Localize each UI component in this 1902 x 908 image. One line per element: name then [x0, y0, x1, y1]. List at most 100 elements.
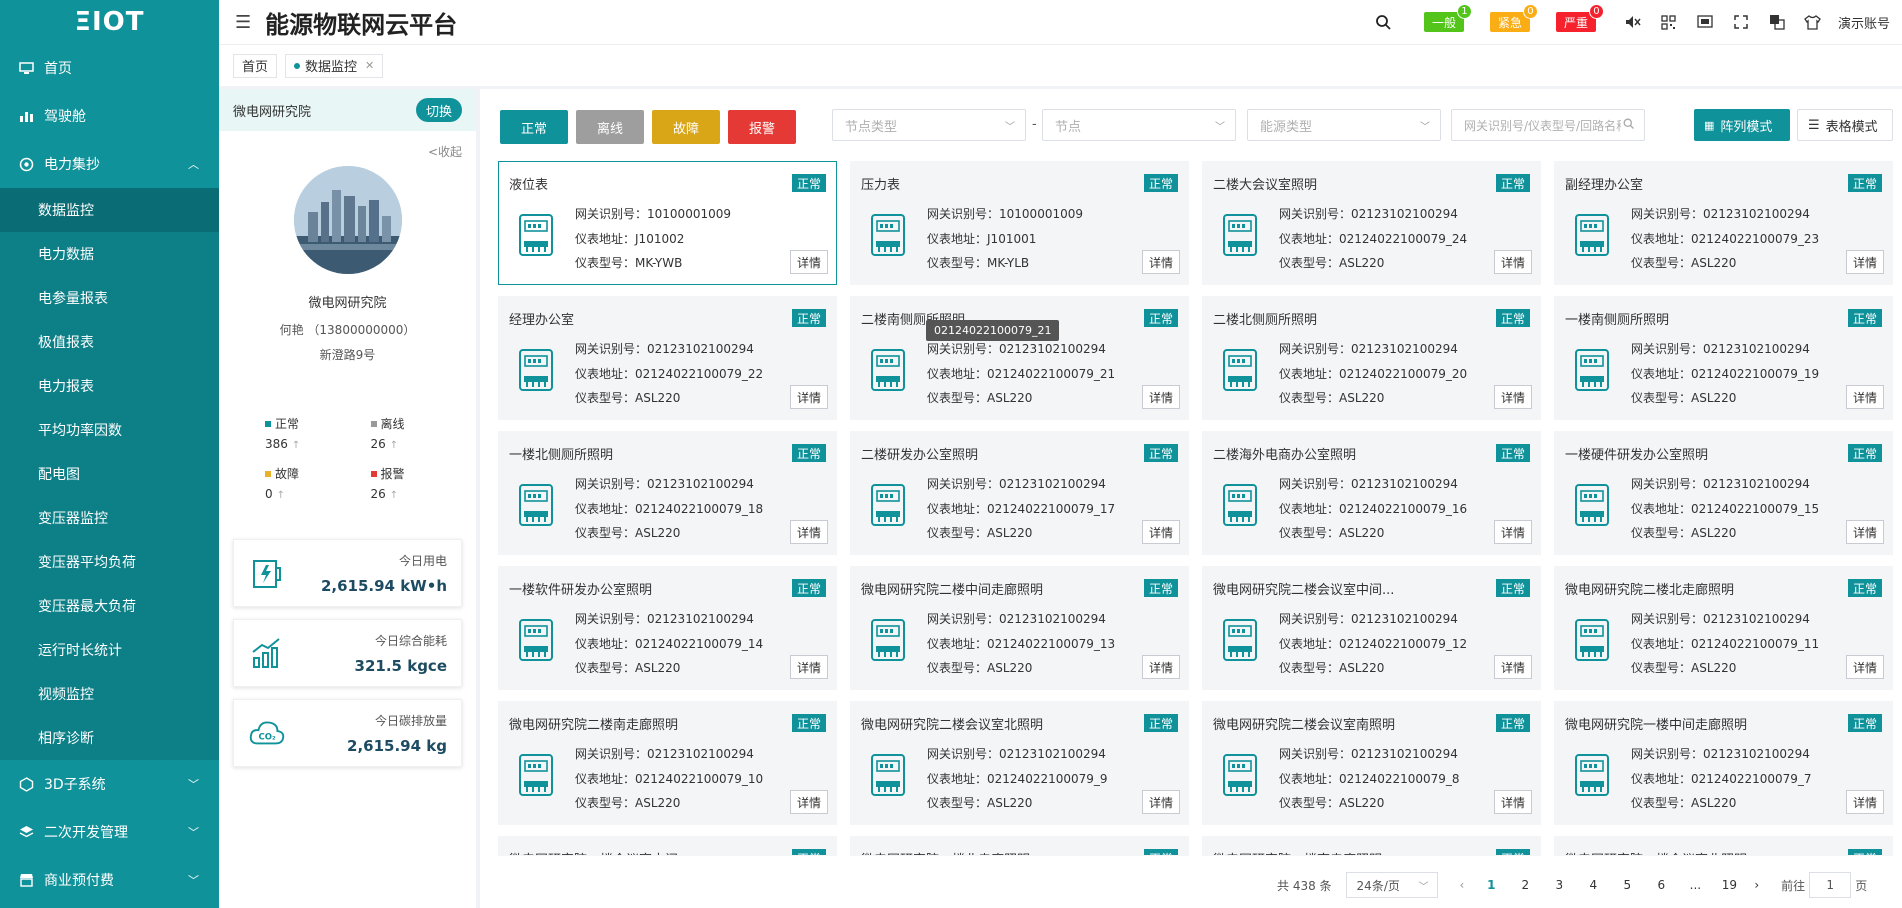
mute-icon[interactable]	[1622, 11, 1644, 33]
device-card[interactable]: 微电网研究院二楼中间走廊照明 正常 网关识别号：02123102100294 仪表地址…	[850, 566, 1189, 690]
sidebar-subitem-runtime-stats[interactable]: 运行时长统计	[0, 628, 219, 672]
sidebar-subitem-data-monitor[interactable]: 数据监控	[0, 188, 219, 232]
node-select[interactable]: 节点 ﹀	[1042, 109, 1236, 141]
device-card[interactable]: 微电网研究院一楼会议室中间 正常	[498, 836, 837, 856]
sidebar-item-dev[interactable]: 二次开发管理 ﹀	[0, 808, 219, 856]
fullscreen-icon[interactable]	[1730, 11, 1752, 33]
tab-home[interactable]: 首页	[233, 53, 278, 78]
alarm-urgent-button[interactable]: 紧急 0	[1489, 4, 1538, 32]
detail-button[interactable]: 详情	[790, 250, 828, 274]
sidebar-item-prepaid[interactable]: 商业预付费 ﹀	[0, 856, 219, 904]
page-number[interactable]: 3	[1542, 878, 1576, 892]
device-card[interactable]: 微电网研究院一楼北走廊照明 正常	[850, 836, 1189, 856]
page-number[interactable]: 5	[1610, 878, 1644, 892]
device-card[interactable]: 二楼北侧厕所照明 正常 网关识别号：02123102100294 仪表地址：02124…	[1202, 296, 1541, 420]
detail-button[interactable]: 详情	[1846, 520, 1884, 544]
sidebar-subitem-power-factor[interactable]: 平均功率因数	[0, 408, 219, 452]
page-number[interactable]: 2	[1508, 878, 1542, 892]
sidebar-item-cockpit[interactable]: 驾驶舱	[0, 92, 219, 140]
search-icon[interactable]	[1621, 118, 1634, 132]
detail-button[interactable]: 详情	[1494, 385, 1532, 409]
detail-button[interactable]: 详情	[1142, 250, 1180, 274]
menu-toggle-icon[interactable]: ☰	[235, 12, 251, 33]
device-card[interactable]: 压力表 正常 网关识别号：10100001009 仪表地址：J101001 仪表型号：M…	[850, 161, 1189, 285]
alarm-severe-button[interactable]: 严重 0	[1555, 4, 1604, 32]
detail-button[interactable]: 详情	[1494, 790, 1532, 814]
device-card[interactable]: 二楼研发办公室照明 正常 网关识别号：02123102100294 仪表地址：0212…	[850, 431, 1189, 555]
close-icon[interactable]: ✕	[365, 59, 374, 72]
sidebar-subitem-transformer-avg-load[interactable]: 变压器平均负荷	[0, 540, 219, 584]
sidebar-subitem-param-report[interactable]: 电参量报表	[0, 276, 219, 320]
sidebar-subitem-video-monitor[interactable]: 视频监控	[0, 672, 219, 716]
sidebar-subitem-phase-diagnosis[interactable]: 相序诊断	[0, 716, 219, 760]
device-card[interactable]: 副经理办公室 正常 网关识别号：02123102100294 仪表地址：0212402…	[1554, 161, 1893, 285]
detail-button[interactable]: 详情	[1846, 385, 1884, 409]
device-card[interactable]: 微电网研究院一楼南走廊照明 正常	[1202, 836, 1541, 856]
sidebar-subitem-power-data[interactable]: 电力数据	[0, 232, 219, 276]
table-mode-button[interactable]: ☰ 表格模式	[1797, 109, 1893, 141]
device-card[interactable]: 一楼硬件研发办公室照明 正常 网关识别号：02123102100294 仪表地址：02…	[1554, 431, 1893, 555]
device-card[interactable]: 微电网研究院二楼北走廊照明 正常 网关识别号：02123102100294 仪表地址：…	[1554, 566, 1893, 690]
device-card[interactable]: 微电网研究院一楼中间走廊照明 正常 网关识别号：02123102100294 仪表地址…	[1554, 701, 1893, 825]
node-type-select[interactable]: 节点类型 ﹀	[832, 109, 1026, 141]
sidebar-item-3d[interactable]: 3D子系统 ﹀	[0, 760, 219, 808]
detail-button[interactable]: 详情	[1494, 250, 1532, 274]
device-card[interactable]: 一楼软件研发办公室照明 正常 网关识别号：02123102100294 仪表地址：02…	[498, 566, 837, 690]
sidebar-subitem-power-report[interactable]: 电力报表	[0, 364, 219, 408]
detail-button[interactable]: 详情	[1494, 520, 1532, 544]
device-card[interactable]: 二楼海外电商办公室照明 正常 网关识别号：02123102100294 仪表地址：02…	[1202, 431, 1541, 555]
device-card[interactable]: 经理办公室 正常 网关识别号：02123102100294 仪表地址：02124022…	[498, 296, 837, 420]
detail-button[interactable]: 详情	[790, 790, 828, 814]
device-card[interactable]: 液位表 正常 网关识别号：10100001009 仪表地址：J101002 仪表型号：M…	[498, 161, 837, 285]
energy-type-select[interactable]: 能源类型 ﹀	[1247, 109, 1441, 141]
detail-button[interactable]: 详情	[1846, 250, 1884, 274]
device-card[interactable]: 二楼大会议室照明 正常 网关识别号：02123102100294 仪表地址：02124…	[1202, 161, 1541, 285]
detail-button[interactable]: 详情	[1142, 520, 1180, 544]
filter-fault-button[interactable]: 故障	[652, 110, 720, 144]
switch-button[interactable]: 切换	[415, 98, 462, 122]
detail-button[interactable]: 详情	[1142, 790, 1180, 814]
sidebar-subitem-transformer-monitor[interactable]: 变压器监控	[0, 496, 219, 540]
device-card[interactable]: 微电网研究院二楼会议室北照明 正常 网关识别号：02123102100294 仪表地址…	[850, 701, 1189, 825]
detail-button[interactable]: 详情	[1494, 655, 1532, 679]
filter-alarm-button[interactable]: 报警	[728, 110, 796, 144]
detail-button[interactable]: 详情	[790, 655, 828, 679]
detail-button[interactable]: 详情	[1142, 385, 1180, 409]
theme-shirt-icon[interactable]	[1802, 11, 1824, 33]
device-card[interactable]: 二楼南侧厕所照明 正常 网关识别号：02123102100294 仪表地址：02124…	[850, 296, 1189, 420]
device-card[interactable]: 微电网研究院二楼会议室南照明 正常 网关识别号：02123102100294 仪表地址…	[1202, 701, 1541, 825]
user-account[interactable]: 演示账号	[1838, 13, 1890, 32]
sidebar-item-power-collection[interactable]: 电力集抄 ︿	[0, 140, 219, 188]
sidebar-subitem-transformer-max-load[interactable]: 变压器最大负荷	[0, 584, 219, 628]
page-number[interactable]: 19	[1712, 878, 1746, 892]
detail-button[interactable]: 详情	[1142, 655, 1180, 679]
device-card[interactable]: 一楼南侧厕所照明 正常 网关识别号：02123102100294 仪表地址：02124…	[1554, 296, 1893, 420]
alarm-general-button[interactable]: 一般 1	[1423, 4, 1472, 32]
translate-icon[interactable]	[1766, 11, 1788, 33]
page-number[interactable]: 1	[1474, 878, 1508, 892]
page-number[interactable]: 4	[1576, 878, 1610, 892]
detail-button[interactable]: 详情	[790, 385, 828, 409]
device-card[interactable]: 微电网研究院二楼会议室中间... 正常 网关识别号：02123102100294 仪表…	[1202, 566, 1541, 690]
sidebar-subitem-distribution-diagram[interactable]: 配电图	[0, 452, 219, 496]
detail-button[interactable]: 详情	[1846, 790, 1884, 814]
collapse-link[interactable]: <收起	[219, 131, 476, 160]
qrcode-icon[interactable]	[1658, 11, 1680, 33]
device-card[interactable]: 微电网研究院一楼会议室北照明 正常	[1554, 836, 1893, 856]
device-card[interactable]: 一楼北侧厕所照明 正常 网关识别号：02123102100294 仪表地址：02124…	[498, 431, 837, 555]
goto-page-input[interactable]: 1	[1809, 872, 1852, 898]
sidebar-item-home[interactable]: 首页	[0, 44, 219, 92]
search-input[interactable]: 网关识别号/仪表型号/回路名称	[1451, 109, 1645, 141]
prev-page-icon[interactable]: ‹	[1460, 878, 1465, 892]
device-card[interactable]: 微电网研究院二楼南走廊照明 正常 网关识别号：02123102100294 仪表地址：…	[498, 701, 837, 825]
page-number[interactable]: ...	[1678, 878, 1712, 892]
detail-button[interactable]: 详情	[790, 520, 828, 544]
detail-button[interactable]: 详情	[1846, 655, 1884, 679]
array-mode-button[interactable]: ▦ 阵列模式	[1694, 109, 1790, 141]
tab-data-monitor[interactable]: 数据监控 ✕	[285, 53, 384, 78]
sidebar-subitem-extreme-report[interactable]: 极值报表	[0, 320, 219, 364]
next-page-icon[interactable]: ›	[1754, 878, 1759, 892]
search-icon[interactable]	[1372, 11, 1394, 33]
screen-icon[interactable]	[1694, 11, 1716, 33]
filter-offline-button[interactable]: 离线	[576, 110, 644, 144]
